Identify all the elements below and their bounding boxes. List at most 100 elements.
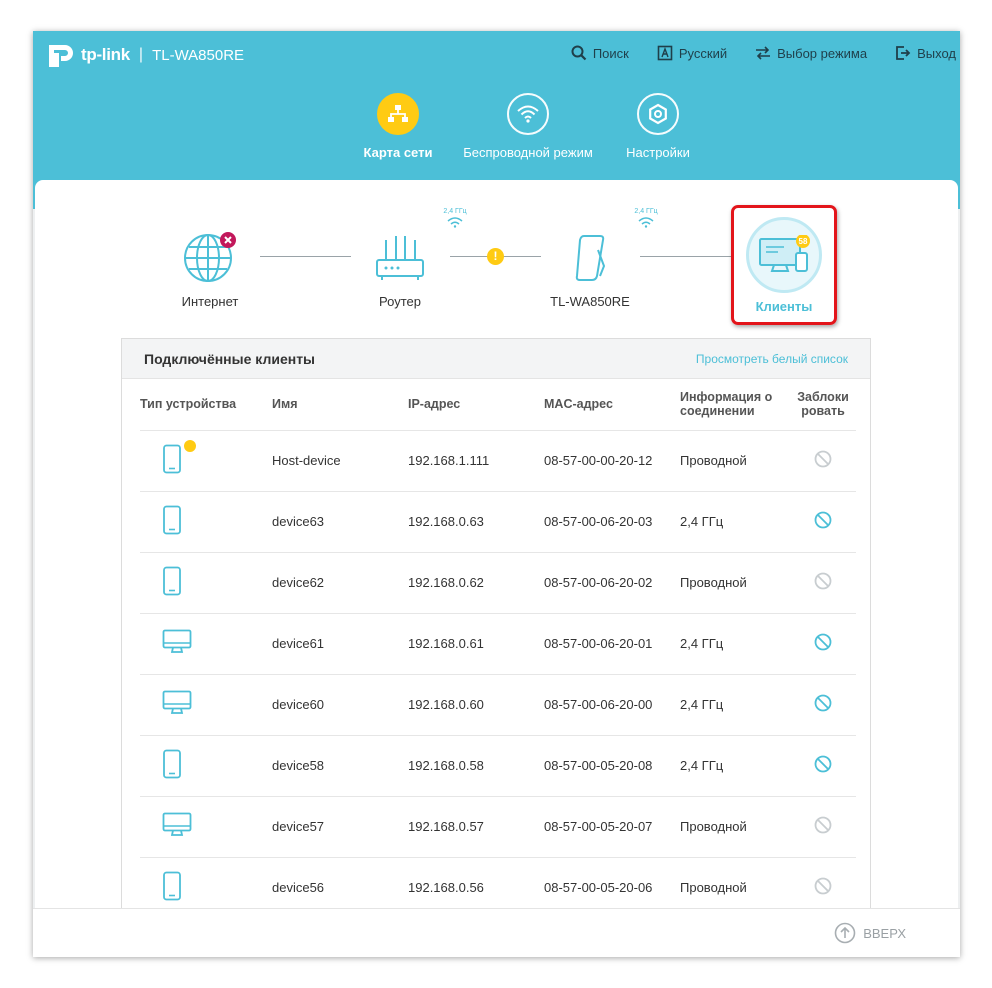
- extender-node[interactable]: TL-WA850RE: [550, 230, 630, 309]
- client-connection: 2,4 ГГц: [680, 735, 790, 797]
- block-button[interactable]: [814, 816, 832, 837]
- tab-network-map[interactable]: Карта сети: [333, 93, 463, 160]
- client-name: device61: [272, 613, 408, 675]
- search-button[interactable]: Поиск: [557, 45, 643, 61]
- client-ip: 192.168.0.60: [408, 674, 544, 736]
- client-ip: 192.168.0.57: [408, 796, 544, 858]
- client-name: device57: [272, 796, 408, 858]
- tab-wireless-label: Беспроводной режим: [463, 145, 593, 160]
- client-connection: 2,4 ГГц: [680, 491, 790, 553]
- client-name: device62: [272, 552, 408, 614]
- client-mac: 08-57-00-00-20-12: [544, 430, 680, 492]
- wifi-icon: [507, 93, 549, 135]
- client-connection: 2,4 ГГц: [680, 613, 790, 675]
- mode-select-label: Выбор режима: [777, 45, 868, 61]
- tab-wireless[interactable]: Беспроводной режим: [463, 93, 593, 160]
- client-name: Host-device: [272, 430, 408, 492]
- panel-title: Подключённые клиенты: [144, 350, 316, 367]
- logout-label: Выход: [917, 45, 956, 61]
- block-icon: [814, 694, 832, 712]
- extender-label: TL-WA850RE: [550, 294, 630, 309]
- col-mac: MAC-адрес: [544, 379, 680, 431]
- extender-icon: [575, 235, 606, 281]
- block-icon: [814, 877, 832, 895]
- browser-page: tp-link | TL-WA850RE Поиск Русский Выбор…: [33, 31, 960, 957]
- monitor-icon: [162, 629, 192, 658]
- phone-icon: [162, 871, 182, 904]
- logo-separator: |: [138, 46, 144, 63]
- band-label-1: 2,4 ГГц: [435, 208, 475, 228]
- phone-icon: [162, 440, 196, 477]
- content-card: Интернет Роутер 2,4 ГГц ! TL-WA850RE 2,4…: [35, 180, 958, 920]
- router-label: Роутер: [379, 294, 421, 309]
- block-button[interactable]: [814, 633, 832, 654]
- table-row: device58 192.168.0.58 08-57-00-05-20-08 2,4…: [140, 735, 856, 797]
- client-ip: 192.168.0.63: [408, 491, 544, 553]
- connected-clients-panel: Подключённые клиенты Просмотреть белый с…: [121, 338, 871, 920]
- phone-icon: [162, 505, 182, 538]
- col-device-type: Тип устройства: [140, 379, 272, 431]
- client-connection: Проводной: [680, 430, 790, 492]
- client-mac: 08-57-00-06-20-00: [544, 674, 680, 736]
- col-name: Имя: [272, 379, 408, 431]
- view-whitelist-link[interactable]: Просмотреть белый список: [696, 352, 848, 366]
- client-connection: Проводной: [680, 552, 790, 614]
- band-label-2: 2,4 ГГц: [626, 208, 666, 228]
- client-mac: 08-57-00-05-20-08: [544, 735, 680, 797]
- search-icon: [571, 45, 587, 61]
- monitor-icon: [162, 812, 192, 841]
- block-button[interactable]: [814, 694, 832, 715]
- table-row: device60 192.168.0.60 08-57-00-06-20-00 2,4…: [140, 674, 856, 736]
- tab-network-map-label: Карта сети: [363, 145, 433, 160]
- tab-settings[interactable]: Настройки: [593, 93, 723, 160]
- client-name: device58: [272, 735, 408, 797]
- tp-link-logo-icon: [43, 39, 79, 71]
- block-button[interactable]: [814, 572, 832, 593]
- globe-icon: [184, 232, 236, 282]
- block-icon: [814, 816, 832, 834]
- col-block: Заблокировать: [790, 379, 856, 431]
- client-connection: Проводной: [680, 796, 790, 858]
- logout-icon: [896, 46, 911, 60]
- client-name: device63: [272, 491, 408, 553]
- table-row: device61 192.168.0.61 08-57-00-06-20-01 2,4…: [140, 613, 856, 675]
- block-icon: [814, 755, 832, 773]
- router-icon: [376, 236, 424, 280]
- block-button[interactable]: [814, 877, 832, 898]
- logout-button[interactable]: Выход: [881, 45, 960, 61]
- connection-line: [260, 256, 351, 257]
- block-button[interactable]: [814, 511, 832, 532]
- language-button[interactable]: Русский: [643, 45, 741, 61]
- panel-header: Подключённые клиенты Просмотреть белый с…: [122, 339, 870, 379]
- block-button[interactable]: [814, 450, 832, 471]
- top-nav: Поиск Русский Выбор режима Выход: [557, 45, 960, 61]
- logo[interactable]: tp-link | TL-WA850RE: [43, 39, 244, 71]
- block-button[interactable]: [814, 755, 832, 776]
- client-name: device60: [272, 674, 408, 736]
- search-label: Поиск: [592, 45, 629, 61]
- annotation-highlight-box: [731, 205, 837, 325]
- client-ip: 192.168.1.111: [408, 430, 544, 492]
- language-label: Русский: [678, 45, 728, 61]
- scroll-up-button[interactable]: ВВЕРХ: [834, 922, 906, 944]
- internet-label: Интернет: [181, 294, 239, 309]
- mode-select-button[interactable]: Выбор режима: [741, 45, 881, 61]
- router-node[interactable]: Роутер: [370, 230, 430, 309]
- block-icon: [814, 450, 832, 468]
- client-connection: 2,4 ГГц: [680, 674, 790, 736]
- table-header-row: Тип устройства Имя IP-адрес MAC-адрес Ин…: [140, 379, 856, 431]
- clients-table: Тип устройства Имя IP-адрес MAC-адрес Ин…: [140, 379, 856, 919]
- block-icon: [814, 511, 832, 529]
- main-tabs: Карта сети Беспроводной режим Настройки: [333, 93, 723, 160]
- wifi-small-icon: [638, 217, 654, 228]
- phone-icon: [162, 566, 182, 599]
- internet-node[interactable]: Интернет: [180, 230, 240, 309]
- block-icon: [814, 633, 832, 651]
- warning-icon[interactable]: !: [487, 248, 504, 265]
- model-name: TL-WA850RE: [152, 46, 245, 64]
- host-badge-icon: [184, 440, 196, 452]
- col-connection: Информация о соединении: [680, 379, 790, 431]
- arrow-up-circle-icon: [834, 922, 856, 944]
- monitor-icon: [162, 690, 192, 719]
- tab-settings-label: Настройки: [626, 145, 690, 160]
